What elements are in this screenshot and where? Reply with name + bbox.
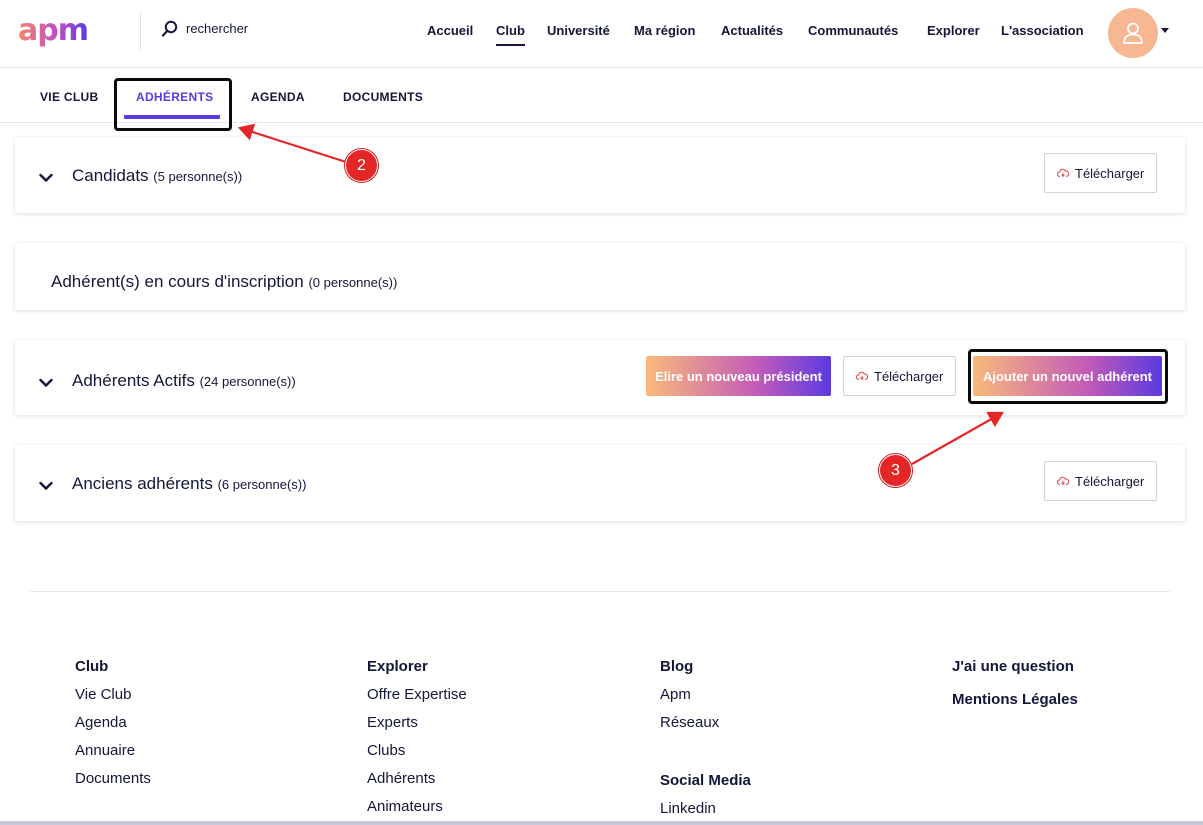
footer-link-experts[interactable]: Experts [367, 714, 418, 731]
nav-communautes[interactable]: Communautés [808, 23, 898, 38]
section-title: Candidats (5 personne(s)) [72, 166, 243, 185]
nav-club[interactable]: Club [496, 23, 525, 46]
logo-divider [140, 12, 141, 50]
svg-text:apm: apm [18, 14, 88, 48]
apm-logo[interactable]: apm [18, 13, 112, 55]
search-input[interactable] [186, 18, 326, 38]
avatar[interactable] [1108, 8, 1158, 58]
footer-link-clubs[interactable]: Clubs [367, 742, 405, 759]
elect-president-button[interactable]: Elire un nouveau président [646, 356, 831, 396]
footer-link-question[interactable]: J'ai une question [952, 658, 1074, 675]
tab-agenda[interactable]: AGENDA [251, 90, 305, 104]
footer-link-animateurs[interactable]: Animateurs [367, 798, 443, 815]
user-menu-caret-icon[interactable] [1161, 28, 1169, 33]
section-count: (6 personne(s)) [217, 477, 307, 492]
download-actifs-button[interactable]: Télécharger [843, 356, 957, 396]
cloud-download-icon [856, 371, 868, 381]
section-title: Adhérent(s) en cours d'inscription (0 pe… [51, 272, 398, 291]
tab-documents[interactable]: DOCUMENTS [343, 90, 423, 104]
cloud-download-icon [1057, 168, 1069, 178]
chevron-down-icon[interactable] [39, 478, 53, 496]
section-count: (24 personne(s)) [199, 374, 296, 389]
download-anciens-button[interactable]: Télécharger [1044, 461, 1158, 501]
footer-link-agenda[interactable]: Agenda [75, 714, 127, 731]
search-icon[interactable] [161, 20, 179, 43]
section-candidats: Candidats (5 personne(s)) Télécharger [15, 137, 1185, 213]
cloud-download-icon [1057, 476, 1069, 486]
footer-link-offre-expertise[interactable]: Offre Expertise [367, 686, 467, 703]
user-icon [1123, 22, 1143, 44]
annotation-marker-3: 3 [879, 454, 912, 487]
section-count: (5 personne(s)) [153, 169, 243, 184]
annotation-highlight-tab [114, 78, 232, 131]
top-header: apm Accueil Club Université Ma région Ac… [0, 0, 1203, 68]
nav-explorer[interactable]: Explorer [927, 23, 980, 38]
section-anciens-adherents: Anciens adhérents (6 personne(s)) Téléch… [15, 445, 1185, 521]
tab-vie-club[interactable]: VIE CLUB [40, 90, 98, 104]
section-title: Anciens adhérents (6 personne(s)) [72, 474, 307, 493]
footer-heading-blog: Blog [660, 658, 694, 675]
nav-universite[interactable]: Université [547, 23, 610, 38]
footer-link-linkedin[interactable]: Linkedin [660, 800, 716, 817]
window-bottom-edge [0, 821, 1203, 825]
nav-association[interactable]: L'association [1001, 23, 1084, 38]
footer-link-documents[interactable]: Documents [75, 770, 151, 787]
annotation-highlight-add [968, 349, 1168, 404]
section-count: (0 personne(s)) [308, 275, 398, 290]
footer-heading-explorer: Explorer [367, 658, 428, 675]
footer-heading-club: Club [75, 658, 109, 675]
footer-link-apm[interactable]: Apm [660, 686, 691, 703]
nav-ma-region[interactable]: Ma région [634, 23, 695, 38]
footer-link-mentions-legales[interactable]: Mentions Légales [952, 691, 1078, 708]
footer-link-vie-club[interactable]: Vie Club [75, 686, 131, 703]
annotation-marker-2: 2 [345, 149, 378, 182]
download-candidats-button[interactable]: Télécharger [1044, 153, 1158, 193]
footer-link-reseaux[interactable]: Réseaux [660, 714, 719, 731]
chevron-down-icon[interactable] [39, 170, 53, 188]
nav-actualites[interactable]: Actualités [721, 23, 783, 38]
nav-accueil[interactable]: Accueil [427, 23, 473, 38]
section-title: Adhérents Actifs (24 personne(s)) [72, 371, 296, 390]
chevron-down-icon[interactable] [39, 375, 53, 393]
footer-link-adherents[interactable]: Adhérents [367, 770, 435, 787]
footer-link-annuaire[interactable]: Annuaire [75, 742, 135, 759]
footer-divider [30, 591, 1170, 592]
section-en-cours-inscription: Adhérent(s) en cours d'inscription (0 pe… [15, 243, 1185, 310]
footer-heading-social-media: Social Media [660, 772, 751, 789]
